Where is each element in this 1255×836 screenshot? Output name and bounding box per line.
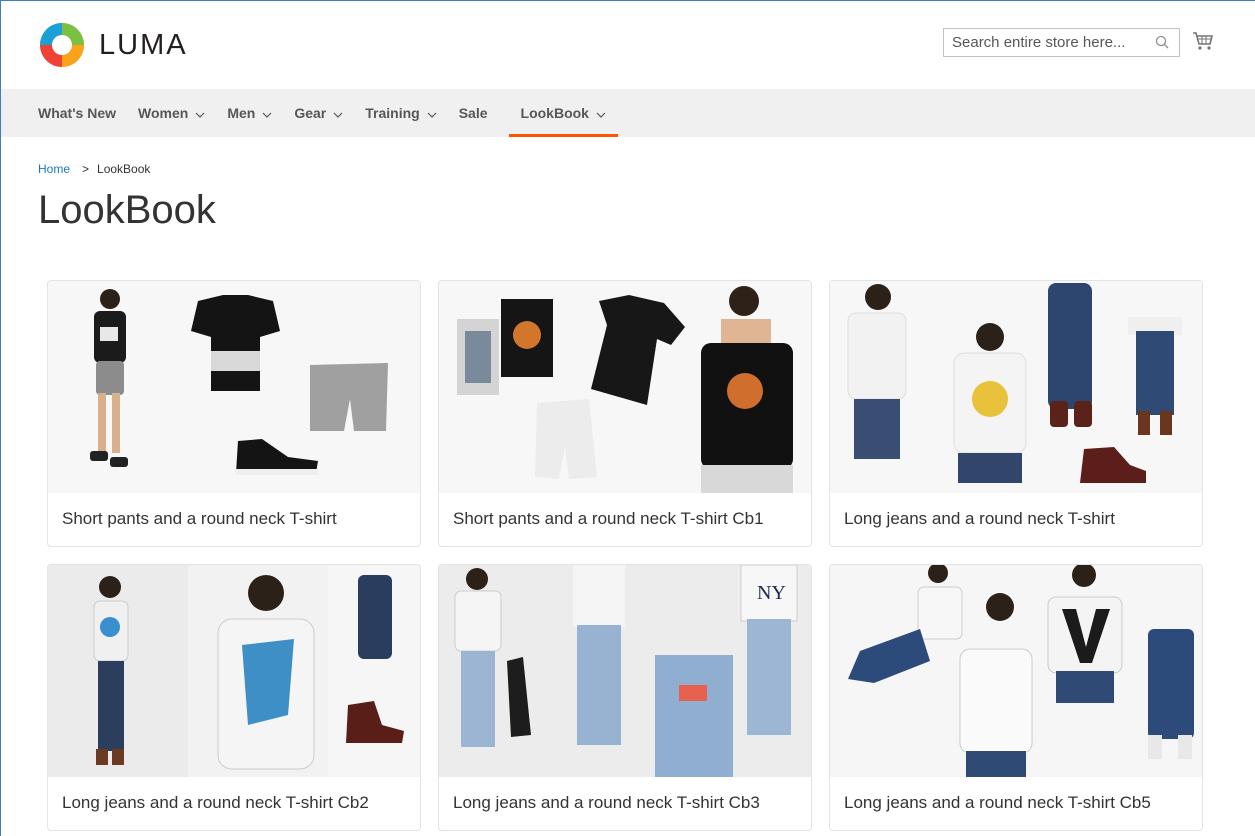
lookbook-caption[interactable]: Long jeans and a round neck T-shirt Cb5	[844, 793, 1151, 813]
lookbook-card[interactable]: Short pants and a round neck T-shirt Cb1	[438, 280, 812, 547]
lookbook-card[interactable]: Short pants and a round neck T-shirt	[47, 280, 421, 547]
lookbook-card[interactable]: Long jeans and a round neck T-shirt	[829, 280, 1203, 547]
nav-item-men[interactable]: Men	[227, 89, 272, 137]
nav-item-label: Gear	[294, 105, 327, 121]
main-navigation: What's New Women Men Gear Training Sale …	[1, 89, 1255, 137]
lookbook-image[interactable]	[439, 281, 811, 493]
nav-item-label: Sale	[458, 105, 488, 121]
search-icon[interactable]	[1155, 35, 1169, 54]
lookbook-caption[interactable]: Long jeans and a round neck T-shirt Cb2	[62, 793, 369, 813]
chevron-down-icon	[427, 105, 437, 121]
lookbook-caption[interactable]: Short pants and a round neck T-shirt Cb1	[453, 509, 764, 529]
nav-item-label: Women	[138, 105, 189, 121]
lookbook-image[interactable]: NY	[439, 565, 811, 777]
nav-item-women[interactable]: Women	[138, 89, 205, 137]
lookbook-image[interactable]	[830, 281, 1202, 493]
lookbook-image[interactable]	[48, 565, 420, 777]
lookbook-caption[interactable]: Long jeans and a round neck T-shirt Cb3	[453, 793, 760, 813]
nav-item-label: Training	[365, 105, 420, 121]
lookbook-caption[interactable]: Short pants and a round neck T-shirt	[62, 509, 337, 529]
chevron-down-icon	[333, 105, 343, 121]
lookbook-caption[interactable]: Long jeans and a round neck T-shirt	[844, 509, 1115, 529]
chevron-down-icon	[596, 105, 606, 121]
nav-item-label: Men	[227, 105, 256, 121]
store-logo[interactable]: LUMA	[38, 21, 188, 69]
page-header: LUMA	[1, 1, 1255, 89]
breadcrumb-current: LookBook	[97, 162, 151, 176]
page-title: LookBook	[38, 188, 216, 232]
nav-item-label: LookBook	[520, 105, 589, 121]
cart-icon[interactable]	[1192, 31, 1214, 56]
lookbook-image[interactable]	[830, 565, 1202, 777]
nav-item-lookbook[interactable]: LookBook	[508, 89, 619, 137]
nav-item-whats-new[interactable]: What's New	[38, 89, 116, 137]
breadcrumb-separator-icon: >	[82, 162, 90, 176]
chevron-down-icon	[195, 105, 205, 121]
luma-logo-icon	[40, 23, 84, 67]
chevron-down-icon	[262, 105, 272, 121]
search-input[interactable]	[944, 29, 1160, 56]
breadcrumb-home-link[interactable]: Home	[38, 162, 70, 176]
breadcrumb: Home > LookBook	[38, 162, 150, 176]
lookbook-card[interactable]: NY Long jeans and a round neck T-shirt C…	[438, 564, 812, 831]
nav-item-label: What's New	[38, 105, 117, 121]
logo-text: LUMA	[99, 28, 188, 61]
nav-item-sale[interactable]: Sale	[459, 89, 488, 137]
search-box[interactable]	[943, 28, 1180, 57]
lookbook-image[interactable]	[48, 281, 420, 493]
svg-text:NY: NY	[757, 582, 786, 604]
lookbook-card[interactable]: Long jeans and a round neck T-shirt Cb2	[47, 564, 421, 831]
nav-item-gear[interactable]: Gear	[294, 89, 343, 137]
lookbook-card[interactable]: Long jeans and a round neck T-shirt Cb5	[829, 564, 1203, 831]
nav-item-training[interactable]: Training	[365, 89, 437, 137]
